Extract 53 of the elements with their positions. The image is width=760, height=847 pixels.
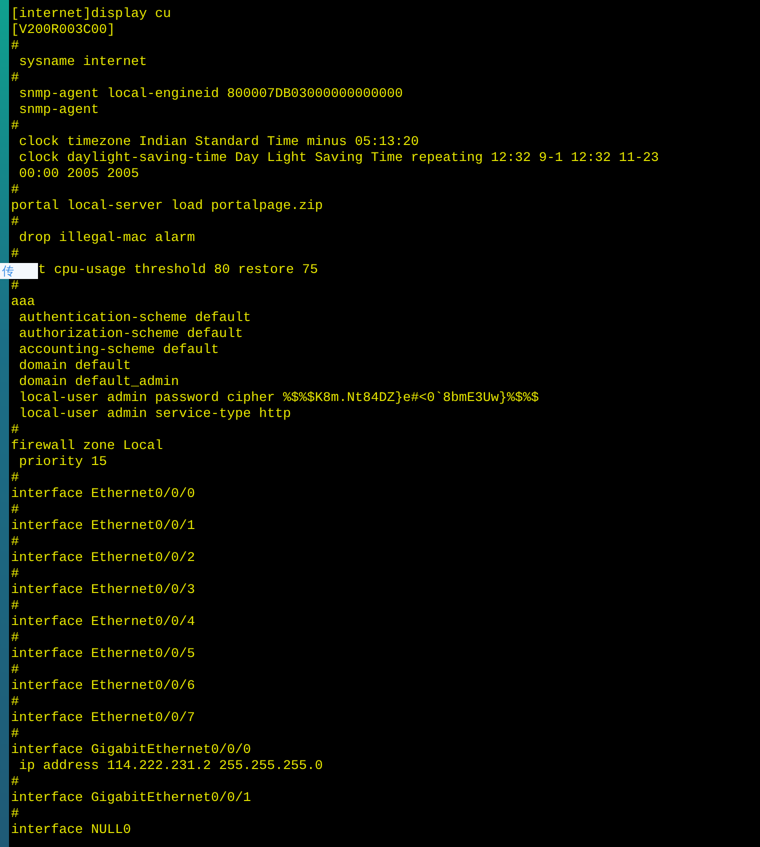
terminal-line: # bbox=[11, 215, 20, 231]
terminal-line: drop illegal-mac alarm bbox=[18, 231, 196, 247]
terminal-line: local-user admin service-type http bbox=[18, 407, 292, 423]
terminal-line: interface Ethernet0/0/2 bbox=[11, 551, 196, 567]
terminal-line: authorization-scheme default bbox=[18, 327, 244, 343]
terminal-line: aaa bbox=[11, 295, 36, 311]
terminal-line: # bbox=[11, 471, 20, 487]
terminal-line: t cpu-usage threshold 80 restore 75 bbox=[38, 263, 318, 279]
terminal-line: # bbox=[11, 247, 20, 263]
terminal-line: firewall zone Local bbox=[11, 439, 164, 455]
terminal-line: interface Ethernet0/0/7 bbox=[11, 711, 196, 727]
terminal-line: domain default_admin bbox=[18, 375, 180, 391]
terminal-line: ip address 114.222.231.2 255.255.255.0 bbox=[18, 759, 324, 775]
terminal-line: interface GigabitEthernet0/0/1 bbox=[11, 791, 252, 807]
terminal-line: accounting-scheme default bbox=[18, 343, 220, 359]
terminal-line: # bbox=[11, 39, 20, 55]
terminal-line: interface Ethernet0/0/6 bbox=[11, 679, 196, 695]
terminal-line: clock timezone Indian Standard Time minus 05:13:20 bbox=[18, 135, 420, 151]
terminal-line: # bbox=[11, 183, 20, 199]
terminal-line: interface GigabitEthernet0/0/0 bbox=[11, 743, 252, 759]
terminal-line: authentication-scheme default bbox=[18, 311, 252, 327]
terminal-line: portal local-server load portalpage.zip bbox=[11, 199, 324, 215]
terminal-line: interface Ethernet0/0/1 bbox=[11, 519, 196, 535]
terminal-line: # bbox=[11, 631, 20, 647]
terminal-line: 00:00 2005 2005 bbox=[18, 167, 140, 183]
terminal-line: # bbox=[11, 727, 20, 743]
terminal-line: interface Ethernet0/0/3 bbox=[11, 583, 196, 599]
terminal-line: # bbox=[11, 807, 20, 823]
terminal-line: # bbox=[11, 119, 20, 135]
terminal-line: # bbox=[11, 503, 20, 519]
terminal-line: interface Ethernet0/0/5 bbox=[11, 647, 196, 663]
terminal-line: local-user admin password cipher %$%$K8m.Nt84DZ}e#<0`8bmE3Uw}%$%$ bbox=[18, 391, 540, 407]
tooltip: 传 bbox=[0, 263, 38, 279]
terminal-line: clock daylight-saving-time Day Light Saving Time repeating 12:32 9-1 12:32 11-23 bbox=[18, 151, 660, 167]
terminal-line: # bbox=[11, 663, 20, 679]
terminal-line: # bbox=[11, 279, 20, 295]
terminal-line: [internet]display cu bbox=[11, 7, 172, 23]
terminal-line: domain default bbox=[18, 359, 132, 375]
terminal-line: # bbox=[11, 535, 20, 551]
terminal-line: # bbox=[11, 567, 20, 583]
terminal-line: # bbox=[11, 71, 20, 87]
terminal-line: # bbox=[11, 599, 20, 615]
terminal-line: sysname internet bbox=[18, 55, 148, 71]
terminal-line: # bbox=[11, 423, 20, 439]
terminal-line: interface Ethernet0/0/4 bbox=[11, 615, 196, 631]
terminal-line: interface NULL0 bbox=[11, 823, 132, 839]
terminal-line: interface Ethernet0/0/0 bbox=[11, 487, 196, 503]
terminal-line: snmp-agent local-engineid 800007DB03000000000000 bbox=[18, 87, 404, 103]
terminal-line: priority 15 bbox=[18, 455, 108, 471]
terminal-line: # bbox=[11, 775, 20, 791]
terminal-line: snmp-agent bbox=[18, 103, 100, 119]
terminal-line: # bbox=[11, 695, 20, 711]
terminal-line: [V200R003C00] bbox=[11, 23, 116, 39]
